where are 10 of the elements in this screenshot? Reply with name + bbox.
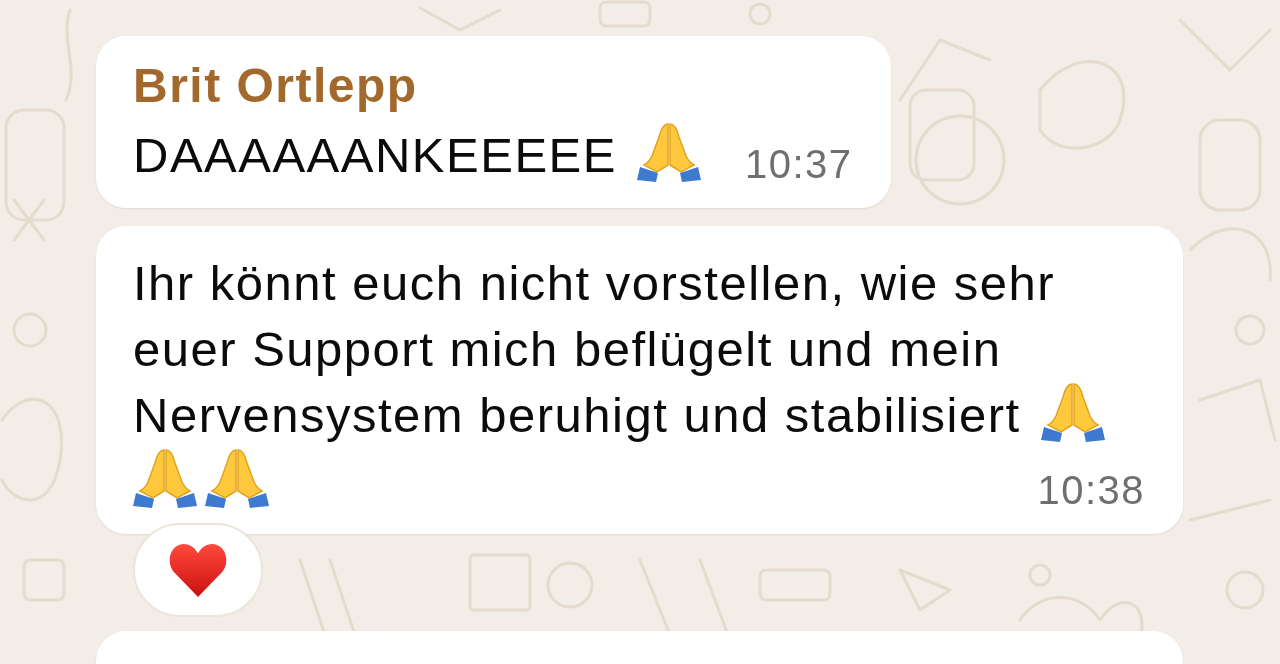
message-time: 10:37 [744, 144, 853, 184]
praying-hands-icon [205, 448, 269, 508]
praying-hands-icon [636, 122, 701, 182]
heart-icon [167, 542, 229, 598]
praying-hands-icon [1040, 382, 1105, 442]
message-text: Ihr könnt euch nicht vorstellen, wie sehr euer Support mich beflügelt und mein Nervensystem beruhigt und stabilisiert [133, 256, 1056, 442]
message-time: 10:38 [1037, 470, 1145, 510]
praying-hands-icon [133, 448, 197, 508]
sender-name: Brit Ortlepp [133, 60, 419, 112]
message-text: DAAAAAANKEEEEE [133, 128, 617, 182]
